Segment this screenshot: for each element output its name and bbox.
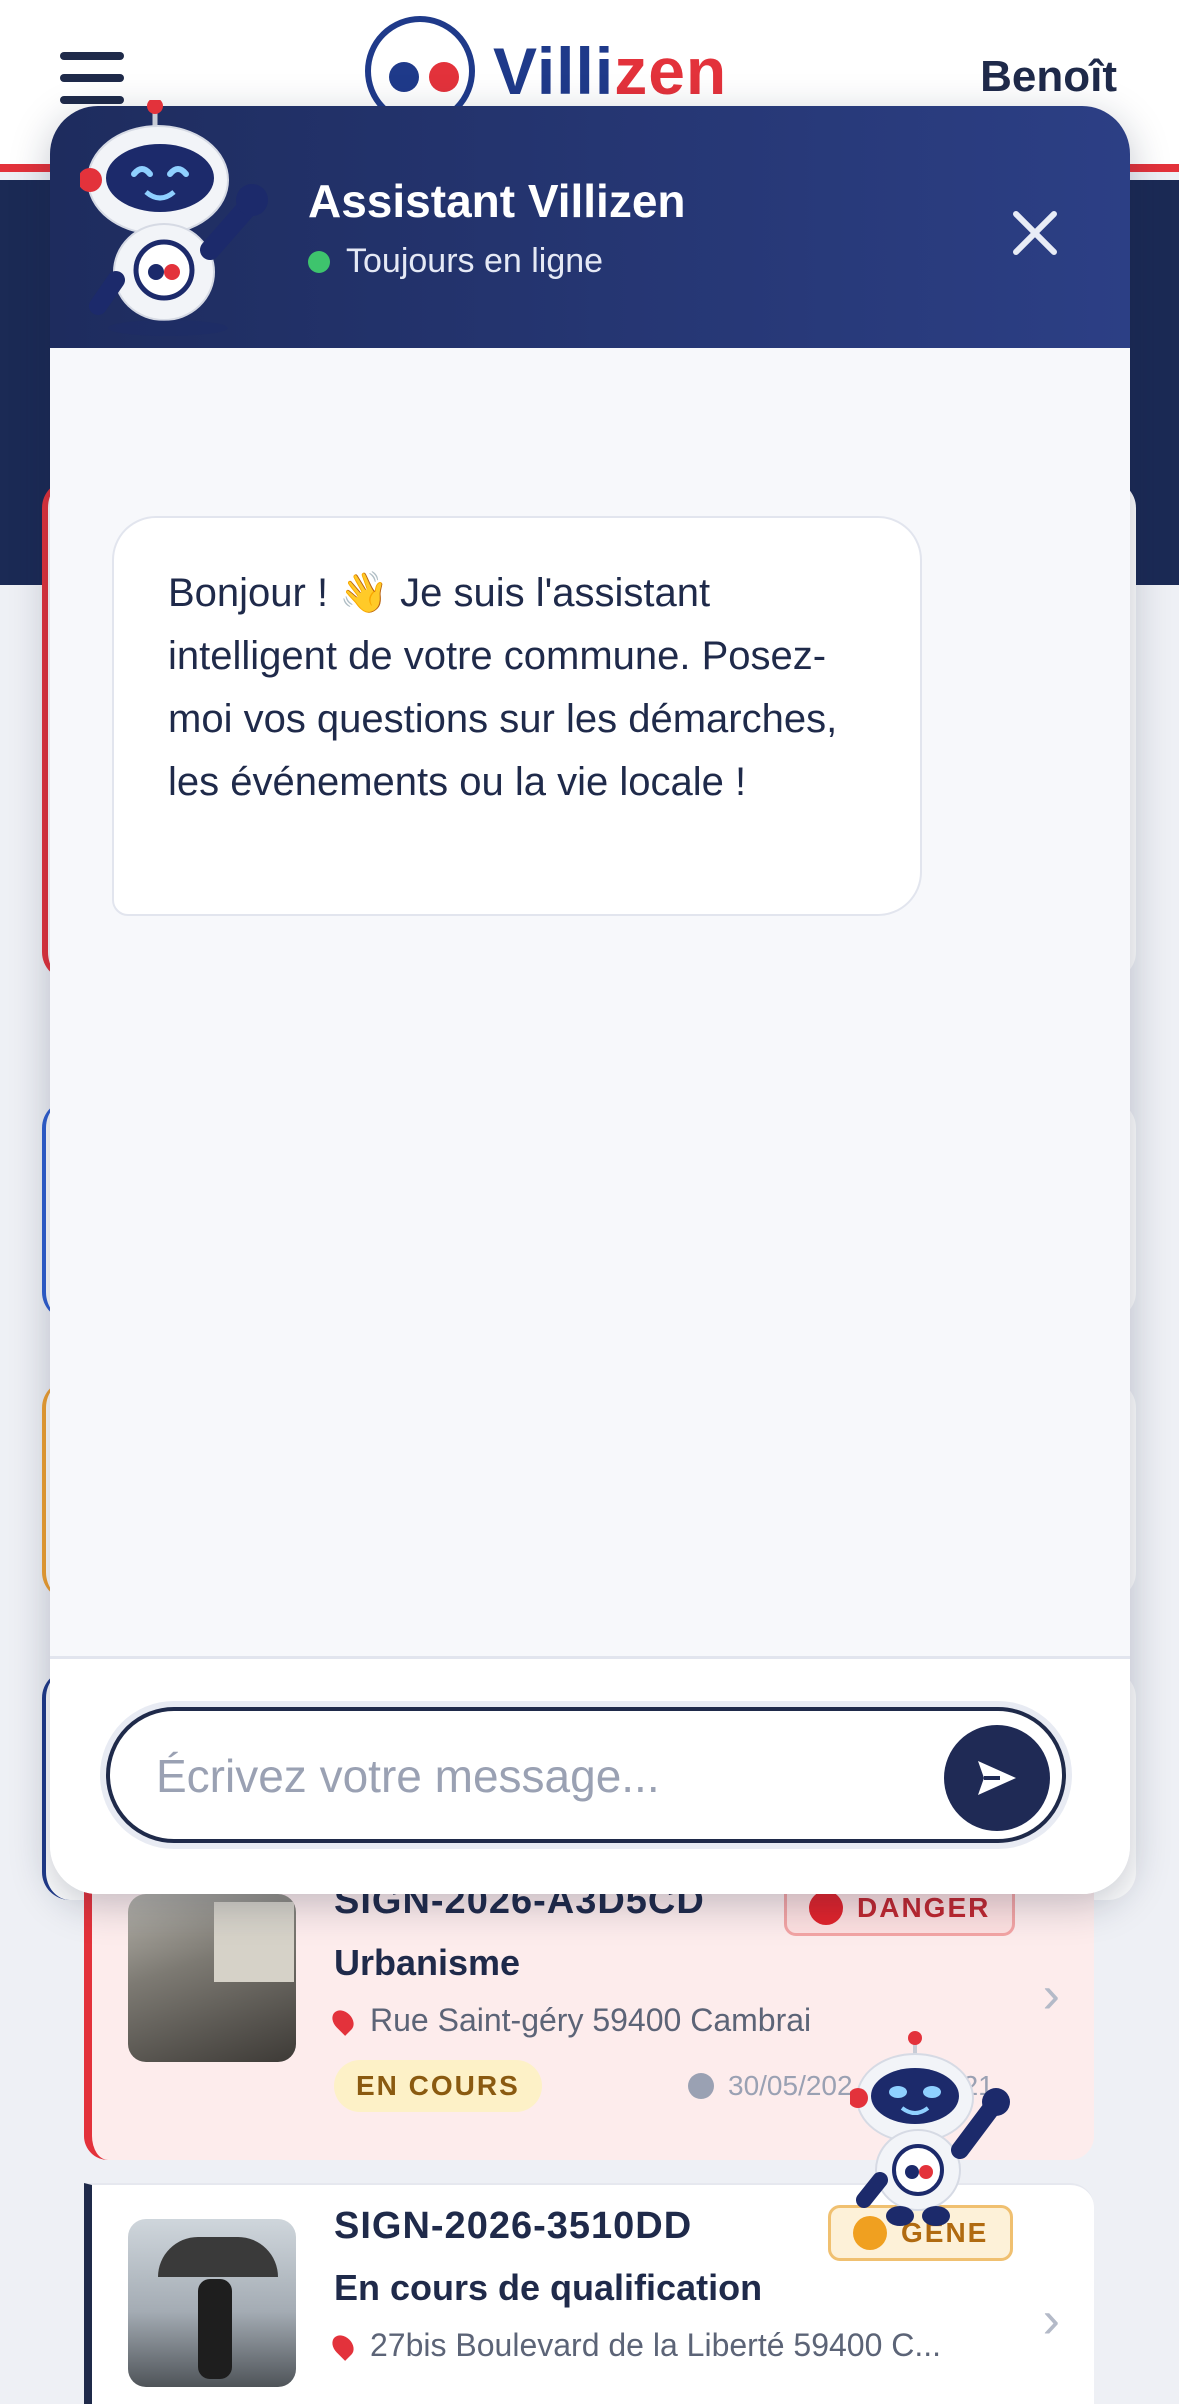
robot-mascot-icon xyxy=(848,2031,1010,2226)
send-button[interactable] xyxy=(944,1725,1050,1831)
report-category: En cours de qualification xyxy=(334,2267,763,2308)
pin-icon xyxy=(328,2330,358,2361)
close-chat-button[interactable] xyxy=(1000,198,1070,268)
online-status-icon xyxy=(308,250,330,273)
chevron-right-icon: › xyxy=(1042,1966,1060,2024)
robot-mascot-icon xyxy=(78,98,268,336)
status-badge: EN COURS xyxy=(334,2060,542,2112)
chat-title: Assistant Villizen xyxy=(308,175,686,227)
pin-icon xyxy=(328,2005,358,2036)
chat-composer xyxy=(50,1656,1130,1894)
report-category: Urbanisme xyxy=(334,1942,521,1983)
logo-wordmark: Villizen xyxy=(493,34,728,108)
report-photo xyxy=(128,1894,296,2062)
status-text: Toujours en ligne xyxy=(346,242,604,280)
report-address: Rue Saint-géry 59400 Cambrai xyxy=(328,2002,812,2039)
user-name[interactable]: Benoît xyxy=(980,52,1117,102)
assistant-avatar-robot xyxy=(78,98,280,340)
assistant-fab-robot[interactable] xyxy=(848,2030,1020,2230)
severity-label: DANGER xyxy=(857,1892,991,1923)
report-id: SIGN-2026-3510DD xyxy=(334,2205,693,2247)
report-photo xyxy=(128,2219,296,2387)
message-input-wrapper xyxy=(106,1707,1066,1843)
chat-messages[interactable]: Bonjour ! 👋 Je suis l'assistant intellig… xyxy=(50,348,1130,1762)
assistant-message: Bonjour ! 👋 Je suis l'assistant intellig… xyxy=(112,516,922,916)
message-input[interactable] xyxy=(156,1739,916,1813)
close-icon xyxy=(1013,211,1057,255)
chat-status: Toujours en ligne xyxy=(308,242,603,281)
date-text: 30/05/202 xyxy=(728,2070,853,2101)
address-text: Rue Saint-géry 59400 Cambrai xyxy=(370,2002,812,2038)
clock-icon xyxy=(688,2073,714,2099)
chat-window: Assistant Villizen Toujours en ligne Bon… xyxy=(50,106,1130,1894)
danger-dot-icon xyxy=(809,1891,843,1925)
address-text: 27bis Boulevard de la Liberté 59400 C... xyxy=(370,2327,942,2363)
chevron-right-icon: › xyxy=(1042,2291,1060,2349)
app-logo[interactable]: Villizen xyxy=(365,16,728,126)
send-icon xyxy=(978,1761,1016,1795)
report-address: 27bis Boulevard de la Liberté 59400 C... xyxy=(328,2327,942,2364)
